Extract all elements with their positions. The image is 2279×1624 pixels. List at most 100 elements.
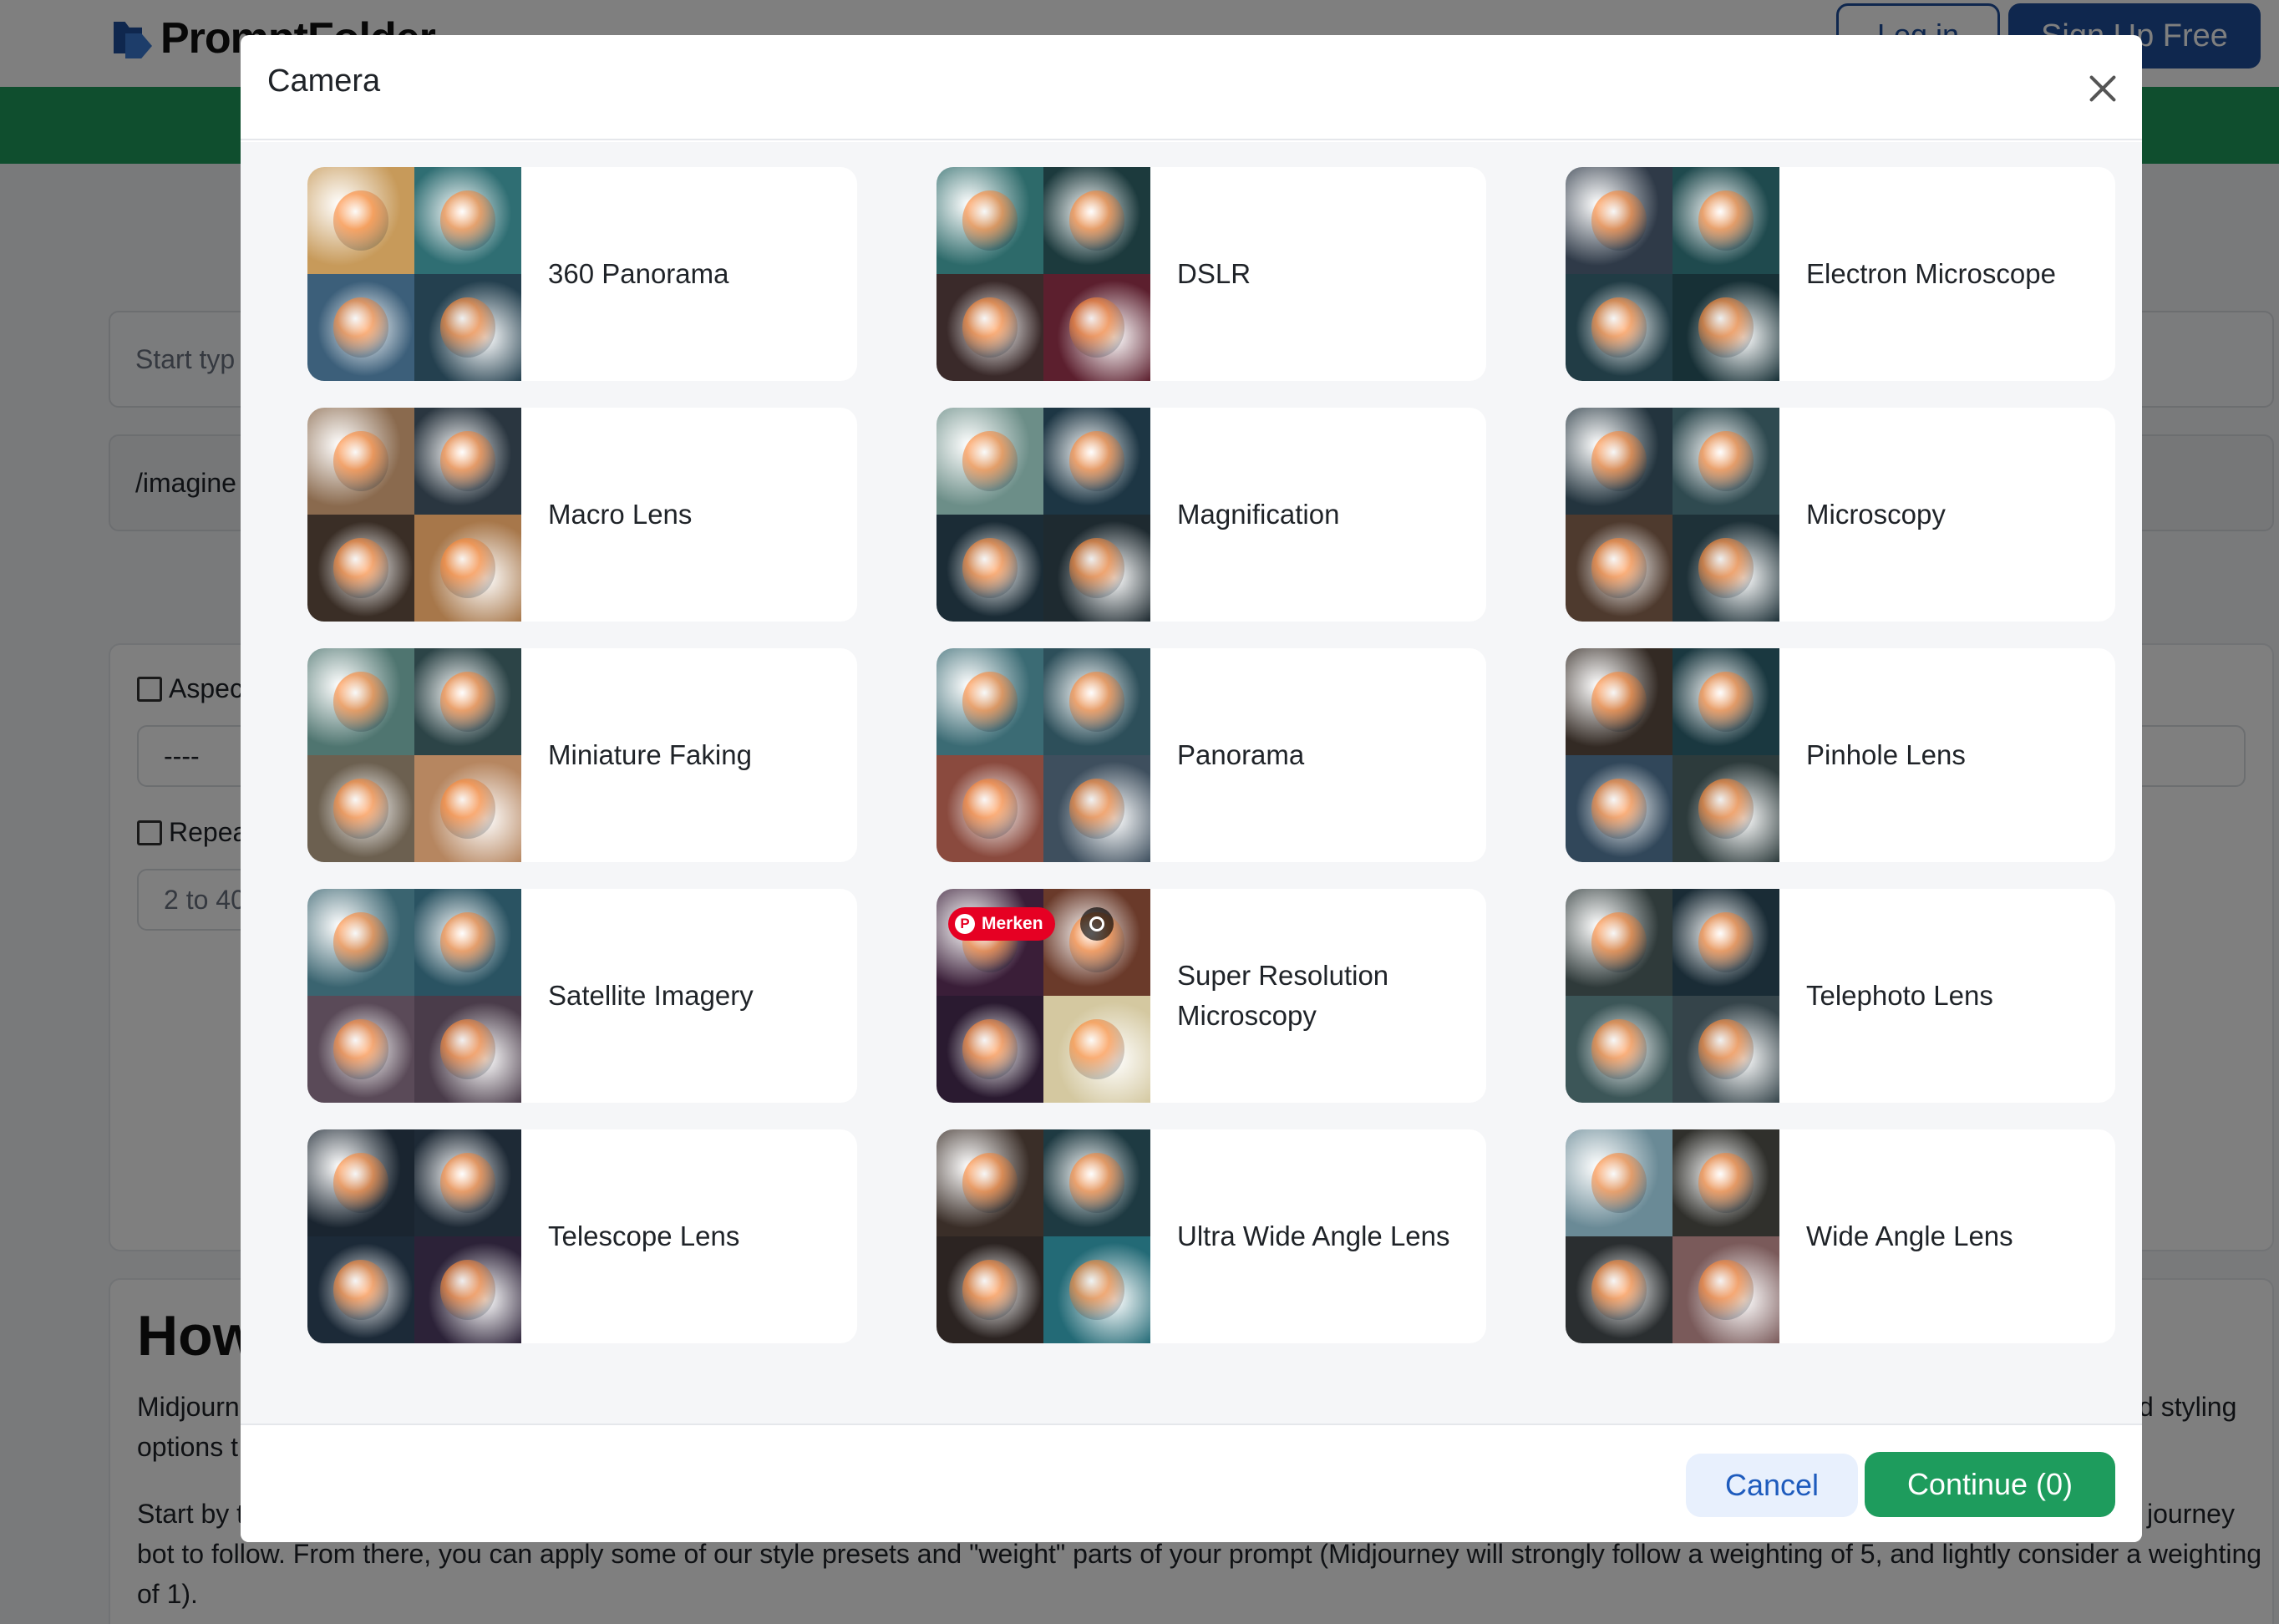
option-label: Electron Microscope xyxy=(1806,258,2056,289)
thumbnail-tile xyxy=(1043,889,1150,996)
option-thumbnail xyxy=(1566,1129,1779,1343)
option-thumbnail xyxy=(307,1129,521,1343)
cancel-button[interactable]: Cancel xyxy=(1686,1454,1858,1517)
thumbnail-tile xyxy=(1566,1236,1672,1343)
thumbnail-tile xyxy=(936,274,1043,381)
thumbnail-tile xyxy=(1672,1129,1779,1236)
thumbnail-tile xyxy=(307,1236,414,1343)
option-label: 360 Panorama xyxy=(548,258,729,289)
thumbnail-tile xyxy=(936,1129,1043,1236)
camera-option-card[interactable]: Telescope Lens xyxy=(307,1129,857,1343)
thumbnail-tile xyxy=(1566,408,1672,515)
option-thumbnail xyxy=(307,167,521,381)
option-thumbnail xyxy=(1566,648,1779,862)
camera-option-card[interactable]: 360 Panorama xyxy=(307,167,857,381)
continue-button[interactable]: Continue (0) xyxy=(1865,1452,2115,1517)
thumbnail-tile xyxy=(414,1129,521,1236)
thumbnail-tile xyxy=(414,889,521,996)
thumbnail-tile xyxy=(1043,1129,1150,1236)
thumbnail-tile xyxy=(936,515,1043,622)
thumbnail-tile xyxy=(936,648,1043,755)
thumbnail-tile xyxy=(1672,996,1779,1103)
thumbnail-tile xyxy=(1566,1129,1672,1236)
option-label: Magnification xyxy=(1177,499,1340,530)
thumbnail-tile xyxy=(936,167,1043,274)
option-thumbnail xyxy=(936,167,1150,381)
thumbnail-tile xyxy=(1566,648,1672,755)
thumbnail-tile xyxy=(307,755,414,862)
option-thumbnail xyxy=(307,648,521,862)
camera-option-card[interactable]: Telephoto Lens xyxy=(1566,889,2115,1103)
thumbnail-tile xyxy=(1043,408,1150,515)
camera-option-card[interactable]: Magnification xyxy=(936,408,1486,622)
modal-footer: Cancel Continue (0) xyxy=(241,1424,2142,1542)
thumbnail-tile xyxy=(1043,755,1150,862)
option-label: Ultra Wide Angle Lens xyxy=(1177,1221,1450,1251)
thumbnail-tile xyxy=(1672,755,1779,862)
camera-option-card[interactable]: Satellite Imagery xyxy=(307,889,857,1103)
option-thumbnail xyxy=(936,408,1150,622)
thumbnail-tile xyxy=(307,408,414,515)
visual-search-icon[interactable] xyxy=(1080,907,1114,941)
thumbnail-tile xyxy=(1043,167,1150,274)
camera-option-card[interactable]: Microscopy xyxy=(1566,408,2115,622)
thumbnail-tile xyxy=(307,515,414,622)
option-thumbnail xyxy=(936,648,1150,862)
thumbnail-tile xyxy=(1043,996,1150,1103)
option-thumbnail xyxy=(307,408,521,622)
thumbnail-tile xyxy=(1672,1236,1779,1343)
option-thumbnail xyxy=(1566,408,1779,622)
thumbnail-tile xyxy=(1672,408,1779,515)
thumbnail-tile xyxy=(936,1236,1043,1343)
thumbnail-tile xyxy=(936,755,1043,862)
thumbnail-tile xyxy=(1566,755,1672,862)
camera-option-card[interactable]: Pinhole Lens xyxy=(1566,648,2115,862)
camera-option-card[interactable]: DSLR xyxy=(936,167,1486,381)
camera-option-card[interactable]: Electron Microscope xyxy=(1566,167,2115,381)
camera-modal: Camera 360 Panorama DSLR Electron Microsco… xyxy=(241,35,2142,1542)
thumbnail-tile xyxy=(1566,515,1672,622)
thumbnail-tile xyxy=(936,889,1043,996)
thumbnail-tile xyxy=(1043,1236,1150,1343)
pinterest-save-label: Merken xyxy=(982,914,1043,933)
thumbnail-tile xyxy=(414,1236,521,1343)
option-label: Telephoto Lens xyxy=(1806,980,1993,1011)
option-label: Panorama xyxy=(1177,739,1305,770)
camera-option-card[interactable]: Wide Angle Lens xyxy=(1566,1129,2115,1343)
camera-options-grid: 360 Panorama DSLR Electron Microscope Macro… xyxy=(307,167,2119,1343)
modal-header: Camera xyxy=(241,35,2142,140)
option-label: Miniature Faking xyxy=(548,739,752,770)
option-label: Wide Angle Lens xyxy=(1806,1221,2013,1251)
thumbnail-tile xyxy=(1672,274,1779,381)
camera-option-card[interactable]: Miniature Faking xyxy=(307,648,857,862)
option-thumbnail: P Merken xyxy=(936,889,1150,1103)
option-thumbnail xyxy=(1566,889,1779,1103)
modal-title: Camera xyxy=(267,63,381,99)
camera-option-card[interactable]: Macro Lens xyxy=(307,408,857,622)
camera-option-card[interactable]: Panorama xyxy=(936,648,1486,862)
camera-option-card[interactable]: P Merken Super Resolution Microscopy xyxy=(936,889,1486,1103)
thumbnail-tile xyxy=(1672,515,1779,622)
thumbnail-tile xyxy=(307,1129,414,1236)
thumbnail-tile xyxy=(1672,889,1779,996)
thumbnail-tile xyxy=(1566,889,1672,996)
thumbnail-tile xyxy=(1672,167,1779,274)
camera-option-card[interactable]: Ultra Wide Angle Lens xyxy=(936,1129,1486,1343)
thumbnail-tile xyxy=(307,996,414,1103)
close-icon[interactable] xyxy=(2082,69,2124,110)
option-label: Microscopy xyxy=(1806,499,1946,530)
thumbnail-tile xyxy=(936,996,1043,1103)
option-thumbnail xyxy=(307,889,521,1103)
thumbnail-tile xyxy=(1043,515,1150,622)
thumbnail-tile xyxy=(1043,648,1150,755)
thumbnail-tile xyxy=(1566,167,1672,274)
thumbnail-tile xyxy=(1043,274,1150,381)
option-thumbnail xyxy=(936,1129,1150,1343)
thumbnail-tile xyxy=(1566,274,1672,381)
thumbnail-tile xyxy=(414,515,521,622)
pinterest-save-button[interactable]: P Merken xyxy=(948,907,1055,941)
thumbnail-tile xyxy=(307,167,414,274)
thumbnail-tile xyxy=(1672,648,1779,755)
option-label: Macro Lens xyxy=(548,499,693,530)
thumbnail-tile xyxy=(414,274,521,381)
